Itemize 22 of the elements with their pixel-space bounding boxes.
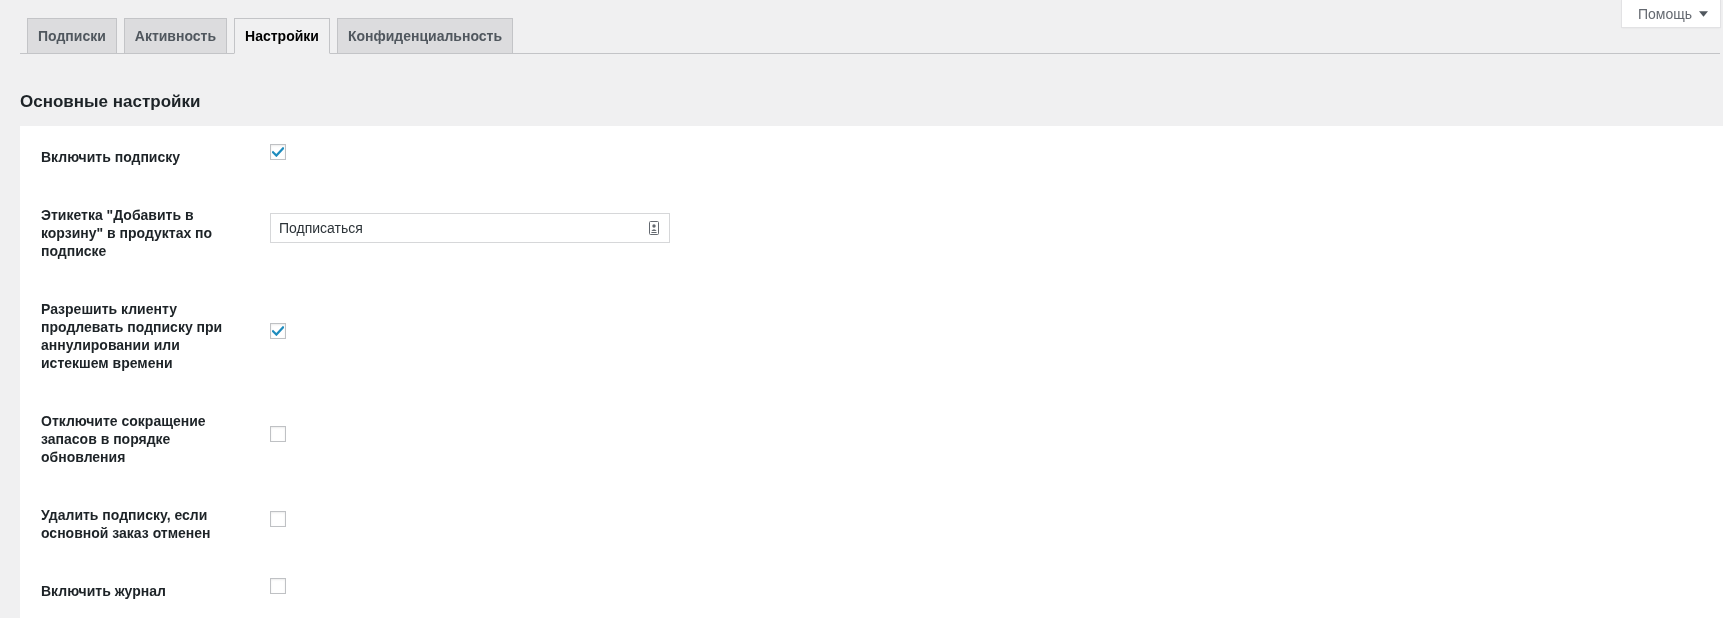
setting-label: Этикетка "Добавить в корзину" в продуктах по подписке bbox=[41, 206, 214, 260]
tab[interactable]: Настройки bbox=[234, 18, 330, 54]
setting-label: Включить журнал bbox=[41, 582, 167, 600]
checkbox[interactable] bbox=[270, 578, 286, 594]
tab[interactable]: Конфиденциальность bbox=[336, 18, 514, 54]
tab[interactable]: Подписки bbox=[27, 18, 117, 54]
setting-label: Включить подписку bbox=[41, 148, 182, 166]
checkbox[interactable] bbox=[270, 323, 286, 339]
tab[interactable]: Активность bbox=[123, 18, 228, 54]
checkmark-icon bbox=[272, 147, 284, 157]
checkbox[interactable] bbox=[270, 426, 286, 442]
text-field[interactable]: Подписаться bbox=[270, 213, 670, 243]
help-button[interactable]: Помощь bbox=[1622, 0, 1720, 27]
setting-label: Разрешить клиенту продлевать подписку при аннулировании или истекшем времени bbox=[41, 300, 224, 372]
checkbox[interactable] bbox=[270, 144, 286, 160]
checkbox[interactable] bbox=[270, 511, 286, 527]
section-heading: Основные настройки bbox=[20, 91, 202, 113]
setting-label: Отключите сокращение запасов в порядке обновления bbox=[41, 412, 207, 466]
setting-label: Удалить подписку, если основной заказ отменен bbox=[41, 506, 212, 542]
checkmark-icon bbox=[272, 326, 284, 336]
caret-icon bbox=[1699, 10, 1709, 17]
contact-card-icon bbox=[649, 221, 659, 235]
